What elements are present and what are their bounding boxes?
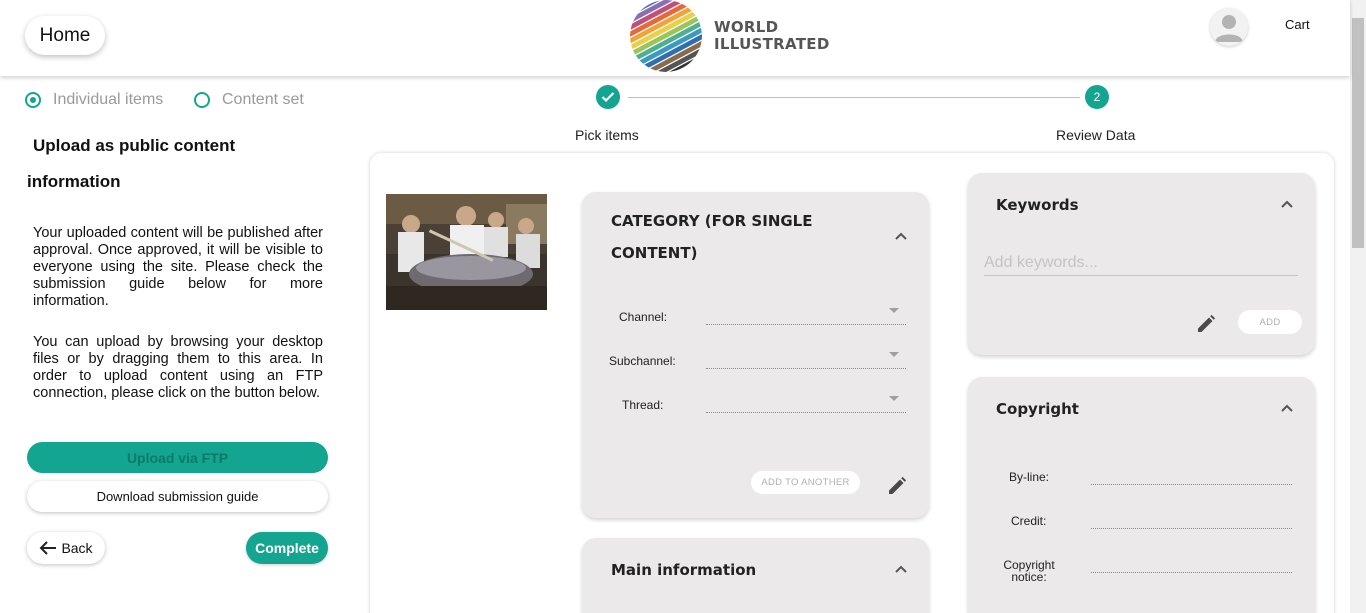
scrollbar-thumb[interactable] xyxy=(1352,18,1364,248)
copyright-notice-input[interactable] xyxy=(1091,572,1292,573)
content-thumbnail[interactable] xyxy=(386,194,547,310)
back-button[interactable]: Back xyxy=(27,532,105,564)
sidebar-title: Upload as public content xyxy=(33,136,236,155)
download-guide-button[interactable]: Download submission guide xyxy=(27,481,328,512)
cart-link[interactable]: Cart xyxy=(1285,17,1310,32)
credit-input[interactable] xyxy=(1091,528,1292,529)
radio-label: Content set xyxy=(222,91,304,108)
logo-globe-icon xyxy=(630,0,702,72)
top-header: Home WORLD ILLUSTRATED Cart xyxy=(0,0,1350,76)
copyright-title: Copyright xyxy=(996,400,1079,418)
complete-button[interactable]: Complete xyxy=(246,532,328,564)
radio-checked-icon[interactable] xyxy=(25,92,41,108)
copyright-notice-label: Copyright notice: xyxy=(1003,559,1055,583)
step-1-done[interactable] xyxy=(596,85,620,109)
byline-input[interactable] xyxy=(1091,484,1292,485)
channel-label: Channel: xyxy=(619,310,668,324)
info-paragraph-upload: You can upload by browsing your desktop … xyxy=(33,334,323,401)
upload-ftp-button[interactable]: Upload via FTP xyxy=(27,442,328,473)
credit-label: Credit: xyxy=(1011,514,1047,528)
dropdown-arrow-icon[interactable] xyxy=(889,396,899,401)
radio-individual-items[interactable]: Individual items xyxy=(25,91,163,109)
site-logo[interactable]: WORLD ILLUSTRATED xyxy=(630,0,830,72)
channel-select[interactable] xyxy=(706,324,906,325)
logo-line-2: ILLUSTRATED xyxy=(714,35,830,53)
home-button[interactable]: Home xyxy=(25,16,105,55)
stepper-connector xyxy=(628,97,1080,98)
sidebar-title-continued: information xyxy=(27,172,121,191)
subchannel-select[interactable] xyxy=(706,368,906,369)
step-label-pick-items: Pick items xyxy=(575,127,639,143)
dropdown-arrow-icon[interactable] xyxy=(889,352,899,357)
subchannel-label: Subchannel: xyxy=(609,354,676,368)
logo-wordmark: WORLD ILLUSTRATED xyxy=(714,19,830,53)
page-scrollbar[interactable] xyxy=(1350,0,1366,613)
radio-content-set[interactable]: Content set xyxy=(194,91,304,109)
info-paragraph-approval: Your uploaded content will be published … xyxy=(33,225,323,309)
step-label-review-data: Review Data xyxy=(1056,127,1136,143)
avatar-icon[interactable] xyxy=(1210,8,1248,46)
copyright-notice-label-line2: notice: xyxy=(1011,570,1047,584)
radio-unchecked-icon[interactable] xyxy=(194,92,210,108)
back-button-label: Back xyxy=(61,540,93,556)
keywords-input[interactable] xyxy=(984,250,1298,276)
thread-select[interactable] xyxy=(706,412,906,413)
add-keyword-button[interactable]: ADD xyxy=(1238,310,1302,334)
dropdown-arrow-icon[interactable] xyxy=(889,308,899,313)
main-information-title: Main information xyxy=(611,561,757,579)
category-panel-title: CATEGORY (FOR SINGLE xyxy=(611,212,813,230)
check-icon xyxy=(601,92,615,103)
thread-label: Thread: xyxy=(622,398,664,412)
step-2-active[interactable]: 2 xyxy=(1085,85,1109,109)
chevron-up-icon[interactable] xyxy=(894,231,908,241)
radio-label: Individual items xyxy=(53,91,164,108)
arrow-left-icon xyxy=(40,541,57,555)
pencil-icon[interactable] xyxy=(887,476,907,496)
chevron-up-icon[interactable] xyxy=(894,564,908,574)
pencil-icon[interactable] xyxy=(1196,314,1216,334)
add-to-another-button[interactable]: ADD TO ANOTHER xyxy=(751,471,860,494)
chevron-up-icon[interactable] xyxy=(1280,403,1294,413)
chevron-up-icon[interactable] xyxy=(1280,199,1294,209)
byline-label: By-line: xyxy=(1009,470,1050,484)
logo-line-1: WORLD xyxy=(714,18,779,36)
category-panel-title-continued: CONTENT) xyxy=(611,244,698,262)
keywords-title: Keywords xyxy=(996,196,1079,214)
